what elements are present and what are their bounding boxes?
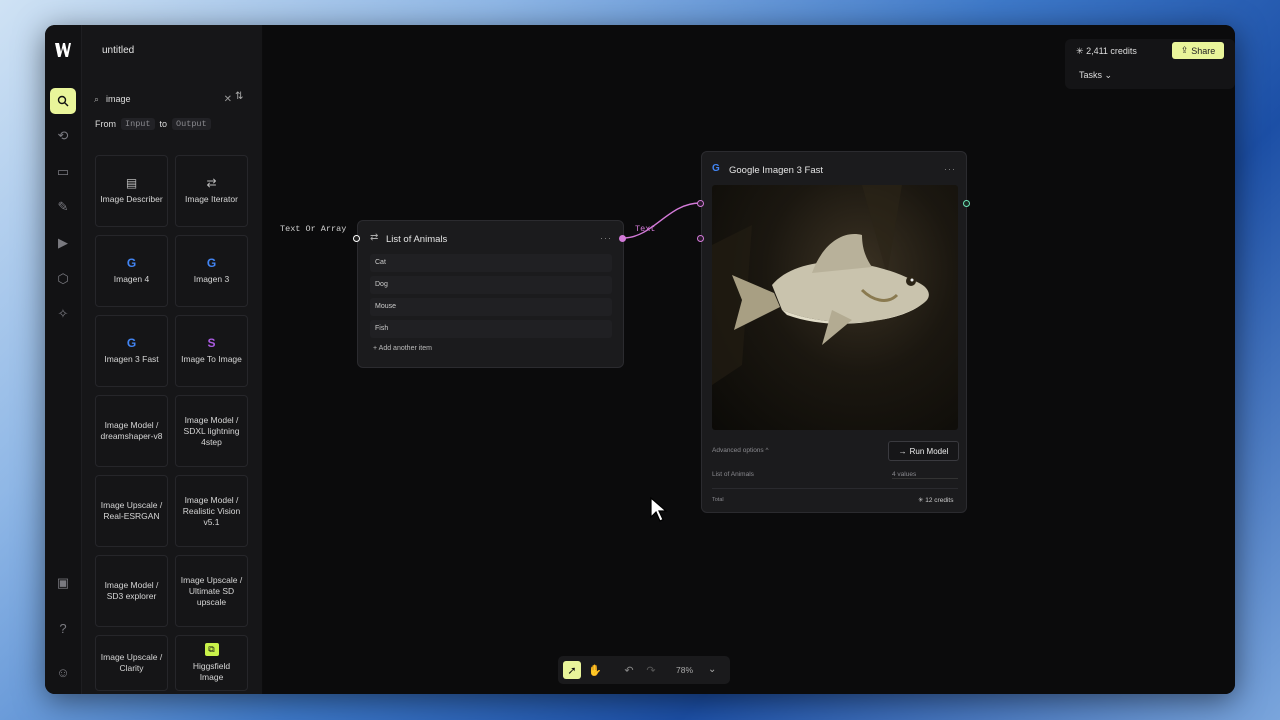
- model-card[interactable]: Image Model / Realistic Vision v5.1: [175, 475, 248, 547]
- from-label: From: [95, 119, 116, 129]
- share-icon: ⇪: [1180, 45, 1189, 55]
- model-card[interactable]: ▤ Image Describer: [95, 155, 168, 227]
- advanced-options-toggle[interactable]: Advanced options ^: [712, 447, 769, 454]
- node-title[interactable]: List of Animals: [386, 234, 447, 245]
- document-icon: ▤: [125, 175, 138, 190]
- node-title[interactable]: Google Imagen 3 Fast: [729, 165, 823, 176]
- canvas-toolbar: ➚ ✋ ↶ ↷ 78% ⌄: [558, 656, 730, 684]
- edit-icon[interactable]: ✎: [50, 194, 76, 220]
- briefcase-icon[interactable]: ▭: [50, 159, 76, 185]
- model-card[interactable]: ⧉ Higgsfield Image: [175, 635, 248, 691]
- model-card[interactable]: Image Model / SDXL lightning 4step: [175, 395, 248, 467]
- model-card[interactable]: G Imagen 4: [95, 235, 168, 307]
- output-port[interactable]: [619, 235, 626, 242]
- input-value: 4 values: [892, 471, 958, 479]
- arrow-right-icon: →: [898, 446, 907, 456]
- search-icon[interactable]: [50, 88, 76, 114]
- node-input-label: Text Or Array: [280, 224, 347, 234]
- model-card[interactable]: Image Upscale / Clarity: [95, 635, 168, 691]
- cube-icon[interactable]: ⬡: [50, 266, 76, 292]
- fish-image: [712, 185, 929, 385]
- divider: [712, 488, 958, 489]
- help-icon[interactable]: ?: [50, 615, 76, 641]
- input-port[interactable]: [697, 235, 704, 242]
- model-card[interactable]: G Imagen 3 Fast: [95, 315, 168, 387]
- tasks-dropdown[interactable]: Tasks ⌄: [1079, 70, 1112, 81]
- model-card[interactable]: Image Model / dreamshaper-v8: [95, 395, 168, 467]
- input-port[interactable]: [353, 235, 360, 242]
- mouse-cursor: [650, 496, 668, 528]
- project-title[interactable]: untitled: [102, 45, 134, 56]
- output-chip[interactable]: Output: [172, 118, 211, 130]
- undo-icon[interactable]: ↶: [620, 661, 638, 679]
- credits-icon: ✳: [1076, 46, 1084, 56]
- left-rail: ⟲ ▭ ✎ ▶ ⬡ ✧ ▣ ? ☺: [45, 25, 82, 694]
- node-library-panel: untitled ⌕ image ✕ ⇅ From Input to Outpu…: [82, 25, 262, 694]
- to-label: to: [159, 119, 168, 129]
- plus-icon: +: [373, 345, 378, 352]
- list-icon: ⇄: [370, 232, 379, 243]
- model-card[interactable]: Image Upscale / Real-ESRGAN: [95, 475, 168, 547]
- history-icon[interactable]: ⟲: [50, 123, 76, 149]
- more-icon[interactable]: ···: [944, 164, 956, 174]
- sparkle-icon[interactable]: ✧: [50, 301, 76, 327]
- google-icon: G: [126, 335, 137, 350]
- share-button[interactable]: ⇪ Share: [1172, 42, 1224, 59]
- google-icon: G: [206, 255, 217, 270]
- redo-icon[interactable]: ↷: [642, 661, 660, 679]
- app-window: ⟲ ▭ ✎ ▶ ⬡ ✧ ▣ ? ☺ untitled ⌕ image ✕ ⇅ F…: [45, 25, 1235, 694]
- credits-display: ✳ 2,411 credits: [1076, 46, 1137, 56]
- stability-icon: S: [207, 335, 216, 350]
- chevron-down-icon[interactable]: ⌄: [708, 664, 716, 675]
- video-icon[interactable]: ▶: [50, 230, 76, 256]
- hand-tool-icon[interactable]: ✋: [586, 661, 604, 679]
- list-item[interactable]: Cat: [370, 254, 612, 272]
- app-logo[interactable]: [54, 41, 72, 59]
- select-tool-icon[interactable]: ➚: [563, 661, 581, 679]
- higgsfield-icon: ⧉: [204, 643, 219, 656]
- run-model-button[interactable]: → Run Model: [888, 441, 959, 461]
- credits-icon: ✳: [918, 497, 924, 504]
- google-icon: G: [712, 163, 720, 174]
- search-icon: ⌕: [94, 93, 100, 104]
- sort-icon[interactable]: ⇅: [235, 91, 243, 102]
- google-icon: G: [126, 255, 137, 270]
- model-card[interactable]: Image Upscale / Ultimate SD upscale: [175, 555, 248, 627]
- discord-icon[interactable]: ☺: [50, 659, 76, 685]
- search-value[interactable]: image: [106, 94, 131, 104]
- total-label: Total: [712, 497, 724, 503]
- model-node[interactable]: G Google Imagen 3 Fast ··· Advanced opti…: [697, 151, 970, 513]
- list-item[interactable]: Dog: [370, 276, 612, 294]
- image-icon[interactable]: ▣: [50, 570, 76, 596]
- more-icon[interactable]: ···: [600, 233, 612, 243]
- add-item-button[interactable]: + Add another item: [373, 345, 432, 352]
- input-chip[interactable]: Input: [121, 118, 155, 130]
- search-input[interactable]: ⌕ image ✕: [94, 91, 232, 107]
- model-card[interactable]: ⇄ Image Iterator: [175, 155, 248, 227]
- input-name: List of Animals: [712, 471, 754, 478]
- list-item[interactable]: Fish: [370, 320, 612, 338]
- io-filter: From Input to Output: [95, 118, 211, 130]
- total-value: ✳ 12 credits: [918, 497, 954, 504]
- generated-image[interactable]: [712, 185, 958, 430]
- model-card[interactable]: Image Model / SD3 explorer: [95, 555, 168, 627]
- model-card[interactable]: S Image To Image: [175, 315, 248, 387]
- edge-label: Text: [635, 224, 656, 234]
- close-icon[interactable]: ✕: [224, 94, 232, 105]
- repeat-icon: ⇄: [206, 175, 217, 190]
- account-panel: ✳ 2,411 credits ⇪ Share Tasks ⌄: [1065, 39, 1235, 89]
- input-port[interactable]: [697, 200, 704, 207]
- output-port[interactable]: [963, 200, 970, 207]
- model-card[interactable]: G Imagen 3: [175, 235, 248, 307]
- chevron-down-icon: ⌄: [1104, 70, 1113, 80]
- list-node[interactable]: ⇄ List of Animals ··· Cat Dog Mouse Fish…: [353, 220, 626, 368]
- list-item[interactable]: Mouse: [370, 298, 612, 316]
- zoom-level[interactable]: 78%: [676, 665, 693, 675]
